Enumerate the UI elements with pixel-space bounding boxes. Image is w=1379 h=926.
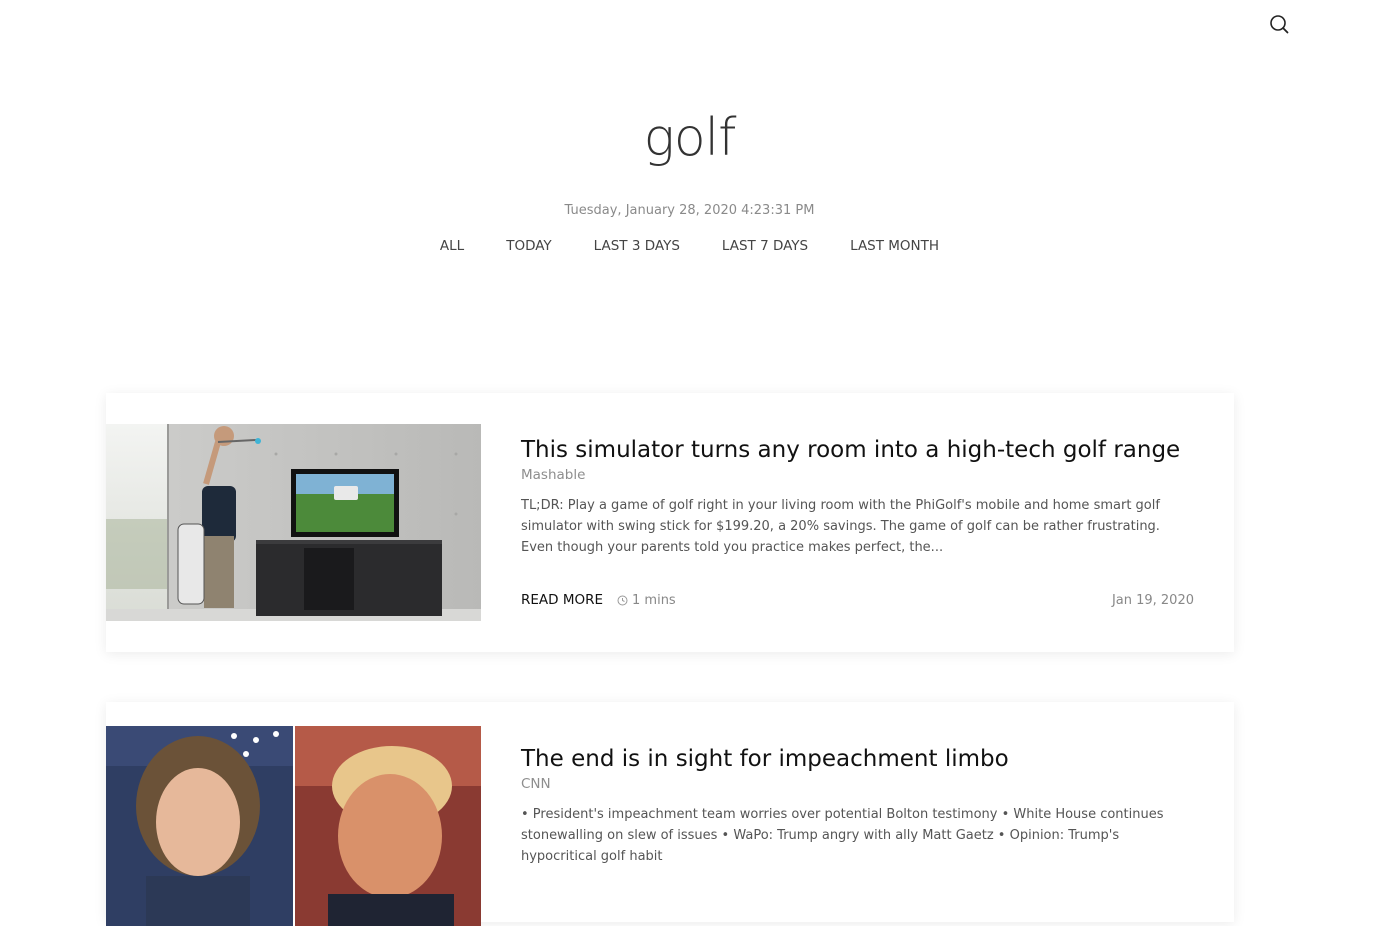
read-time: 1 mins: [617, 593, 676, 608]
read-more-link[interactable]: READ MORE: [521, 592, 603, 608]
article-source: Mashable: [521, 467, 586, 483]
search-button[interactable]: [1266, 12, 1292, 38]
filter-today[interactable]: TODAY: [506, 238, 551, 254]
filter-last-3-days[interactable]: LAST 3 DAYS: [594, 238, 680, 254]
filter-all[interactable]: ALL: [440, 238, 464, 254]
article-date: Jan 19, 2020: [1111, 592, 1194, 608]
filter-last-7-days[interactable]: LAST 7 DAYS: [722, 238, 808, 254]
politicians-photo: [106, 726, 481, 926]
search-icon: [1270, 15, 1289, 34]
read-time-label: 1 mins: [632, 592, 676, 608]
filter-last-month[interactable]: LAST MONTH: [850, 238, 939, 254]
clock-icon: [617, 595, 628, 605]
article-thumbnail[interactable]: [106, 424, 481, 621]
article-summary: TL;DR: Play a game of golf right in your…: [521, 498, 1160, 555]
date-filter-nav: ALL TODAY LAST 3 DAYS LAST 7 DAYS LAST M…: [0, 238, 1379, 254]
article-meta: READ MORE 1 mins Jan 19, 2020: [521, 592, 1194, 608]
current-datetime: Tuesday, January 28, 2020 4:23:31 PM: [564, 203, 815, 218]
article-content: This simulator turns any room into a hig…: [521, 435, 1194, 558]
page-title: golf: [643, 108, 737, 168]
article-summary: • President's impeachment team worries o…: [521, 807, 1164, 864]
article-source: CNN: [521, 776, 551, 792]
article-card: The end is in sight for impeachment limb…: [106, 702, 1234, 926]
golf-simulator-image: [106, 424, 481, 621]
article-title[interactable]: The end is in sight for impeachment limb…: [521, 744, 1194, 774]
article-thumbnail[interactable]: [106, 726, 481, 926]
article-content: The end is in sight for impeachment limb…: [521, 744, 1194, 867]
article-card: This simulator turns any room into a hig…: [106, 393, 1234, 652]
article-title[interactable]: This simulator turns any room into a hig…: [521, 435, 1194, 465]
